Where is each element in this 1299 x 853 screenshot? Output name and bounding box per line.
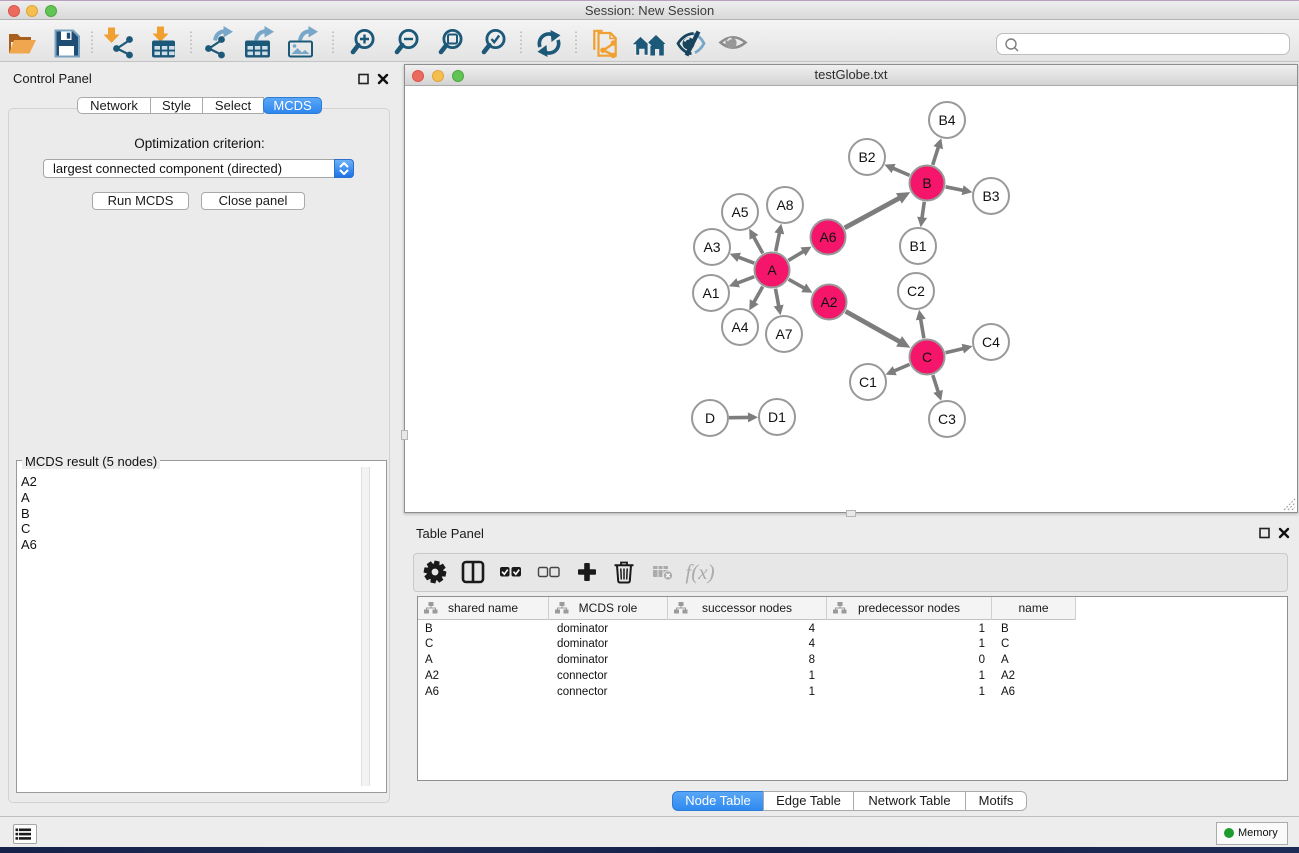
svg-text:A2: A2 [820,294,837,310]
svg-text:C2: C2 [907,283,925,299]
svg-text:D: D [705,410,715,426]
svg-text:D1: D1 [768,409,786,425]
svg-text:C3: C3 [938,411,956,427]
svg-text:C: C [922,349,932,365]
svg-text:A8: A8 [776,197,793,213]
svg-text:A1: A1 [702,285,719,301]
svg-text:B2: B2 [858,149,875,165]
svg-text:B3: B3 [982,188,999,204]
svg-text:f(x): f(x) [685,560,714,584]
svg-text:C4: C4 [982,334,1000,350]
svg-text:A5: A5 [731,204,748,220]
svg-text:B1: B1 [909,238,926,254]
svg-text:A4: A4 [731,319,748,335]
svg-text:A7: A7 [775,326,792,342]
svg-text:A: A [767,262,777,278]
svg-text:C1: C1 [859,374,877,390]
svg-text:A3: A3 [703,239,720,255]
svg-text:B4: B4 [938,112,955,128]
svg-text:A6: A6 [819,229,836,245]
svg-text:B: B [922,175,931,191]
